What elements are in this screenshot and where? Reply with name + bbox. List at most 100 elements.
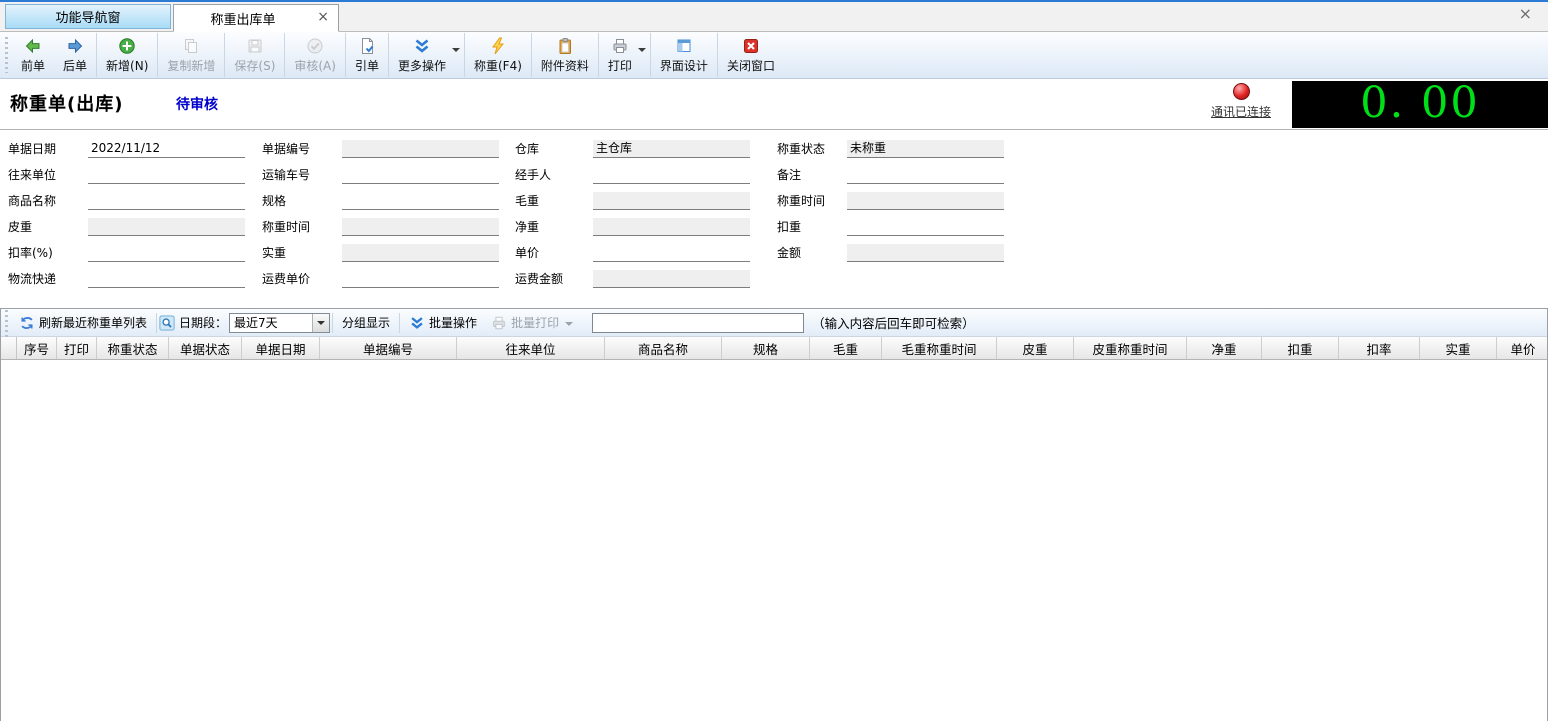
column-header[interactable]: 规格 xyxy=(722,337,810,359)
field-input[interactable] xyxy=(847,218,1004,236)
field-input[interactable]: 2022/11/12 xyxy=(88,140,245,158)
toolbar-button-label: 新增(N) xyxy=(106,57,148,74)
toolbar-button[interactable]: 更多操作 xyxy=(388,33,464,77)
toolbar-button[interactable]: 附件资料 xyxy=(531,33,598,77)
column-header[interactable]: 净重 xyxy=(1187,337,1262,359)
column-header[interactable]: 单据日期 xyxy=(242,337,320,359)
toolbar-grip[interactable] xyxy=(5,308,8,341)
tab-label: 功能导航窗 xyxy=(55,7,120,26)
column-header[interactable]: 单据状态 xyxy=(169,337,242,359)
field-input xyxy=(342,244,499,262)
field-input xyxy=(593,270,750,288)
field-input[interactable] xyxy=(342,192,499,210)
toolbar-button[interactable]: 称重(F4) xyxy=(464,33,531,77)
date-range-select[interactable]: 最近7天 xyxy=(229,313,330,333)
batch-operations-icon xyxy=(409,315,425,331)
toolbar-button[interactable]: 前单 xyxy=(12,33,54,77)
refresh-list-button[interactable]: 刷新最近称重单列表 xyxy=(12,311,154,335)
tab-weighing-outbound-order[interactable]: 称重出库单 × xyxy=(173,4,339,32)
field-label: 备注 xyxy=(777,166,847,192)
dropdown-button[interactable] xyxy=(312,314,329,332)
toolbar-separator xyxy=(332,313,333,333)
toolbar-button[interactable]: 新增(N) xyxy=(96,33,157,77)
approve-icon xyxy=(306,37,324,55)
toolbar-button-label: 界面设计 xyxy=(660,57,708,74)
field-input xyxy=(593,218,750,236)
group-display-button[interactable]: 分组显示 xyxy=(335,311,397,335)
pull-doc-icon xyxy=(358,37,376,55)
page-title: 称重单(出库) xyxy=(10,90,123,116)
toolbar-button-label: 更多操作 xyxy=(398,57,446,74)
column-header[interactable]: 实重 xyxy=(1420,337,1497,359)
field-label: 毛重 xyxy=(515,192,593,218)
main-toolbar: 前单 后单 新增(N) 复制新增 保存(S) 审核(A) 引单 xyxy=(0,32,1548,79)
add-icon xyxy=(118,37,136,55)
column-header[interactable]: 打印 xyxy=(57,337,97,359)
field-input[interactable] xyxy=(342,166,499,184)
field-label: 运输车号 xyxy=(262,166,342,192)
toolbar-button[interactable]: 打印 xyxy=(598,33,650,77)
column-header[interactable]: 皮重称重时间 xyxy=(1074,337,1187,359)
column-header[interactable]: 毛重 xyxy=(810,337,882,359)
column-header[interactable]: 皮重 xyxy=(997,337,1074,359)
print-icon xyxy=(611,37,629,55)
toolbar-button-label: 审核(A) xyxy=(294,57,336,74)
field-input: 主仓库 xyxy=(593,140,750,158)
toolbar-button[interactable]: 后单 xyxy=(54,33,96,77)
toolbar-button[interactable]: 界面设计 xyxy=(650,33,717,77)
field-input[interactable] xyxy=(593,244,750,262)
field-label: 经手人 xyxy=(515,166,593,192)
quick-search-input[interactable] xyxy=(593,314,803,332)
field-input[interactable] xyxy=(88,270,245,288)
tab-close-icon[interactable]: × xyxy=(317,10,329,24)
column-header[interactable]: 单价 xyxy=(1497,337,1547,359)
field-input[interactable] xyxy=(342,270,499,288)
ui-design-icon xyxy=(675,37,693,55)
connection-status: 通讯已连接 xyxy=(1198,80,1284,120)
tab-function-navigation[interactable]: 功能导航窗 xyxy=(5,4,171,29)
group-display-label: 分组显示 xyxy=(342,314,390,331)
field-input[interactable] xyxy=(88,244,245,262)
connection-status-label[interactable]: 通讯已连接 xyxy=(1198,103,1284,120)
field-label: 皮重 xyxy=(8,218,88,244)
refresh-icon xyxy=(19,315,35,331)
toolbar-button-label: 前单 xyxy=(21,57,45,74)
field-label: 称重时间 xyxy=(777,192,847,218)
column-header[interactable]: 序号 xyxy=(17,337,57,359)
column-header[interactable]: 商品名称 xyxy=(605,337,722,359)
toolbar-button[interactable]: 关闭窗口 xyxy=(717,33,784,77)
column-header[interactable]: 称重状态 xyxy=(97,337,169,359)
toolbar-button[interactable]: 引单 xyxy=(345,33,388,77)
field-input[interactable] xyxy=(593,166,750,184)
weigh-icon xyxy=(489,37,507,55)
field-input xyxy=(88,218,245,236)
field-input[interactable] xyxy=(88,192,245,210)
toolbar-button: 复制新增 xyxy=(157,33,224,77)
batch-operations-button[interactable]: 批量操作 xyxy=(402,311,484,335)
document-header: 称重单(出库) 待审核 通讯已连接 0. 00 xyxy=(0,79,1548,130)
copy-icon xyxy=(182,37,200,55)
toolbar-button-label: 称重(F4) xyxy=(474,57,522,74)
field-label: 称重状态 xyxy=(777,140,847,166)
row-indicator-header xyxy=(1,337,17,359)
column-header[interactable]: 往来单位 xyxy=(457,337,605,359)
search-hint: （输入内容后回车即可检索） xyxy=(812,313,975,332)
field-input[interactable] xyxy=(88,166,245,184)
search-icon xyxy=(159,315,175,331)
field-label: 单价 xyxy=(515,244,593,270)
column-header[interactable]: 单据编号 xyxy=(320,337,457,359)
field-label: 单据日期 xyxy=(8,140,88,166)
batch-print-button: 批量打印 xyxy=(484,311,580,335)
column-header[interactable]: 毛重称重时间 xyxy=(882,337,997,359)
toolbar-separator xyxy=(399,313,400,333)
scale-weight-display: 0. 00 xyxy=(1292,81,1548,128)
field-input xyxy=(847,244,1004,262)
toolbar-button-label: 关闭窗口 xyxy=(727,57,775,74)
column-header[interactable]: 扣率 xyxy=(1339,337,1420,359)
field-input[interactable] xyxy=(847,166,1004,184)
close-window-icon xyxy=(742,37,760,55)
toolbar-grip[interactable] xyxy=(5,37,8,73)
window-close-icon[interactable]: × xyxy=(1519,6,1532,22)
recent-list-panel: 刷新最近称重单列表 日期段： 最近7天 分组显示 批量操作 批量打印 （输入内容… xyxy=(0,308,1548,721)
column-header[interactable]: 扣重 xyxy=(1262,337,1339,359)
